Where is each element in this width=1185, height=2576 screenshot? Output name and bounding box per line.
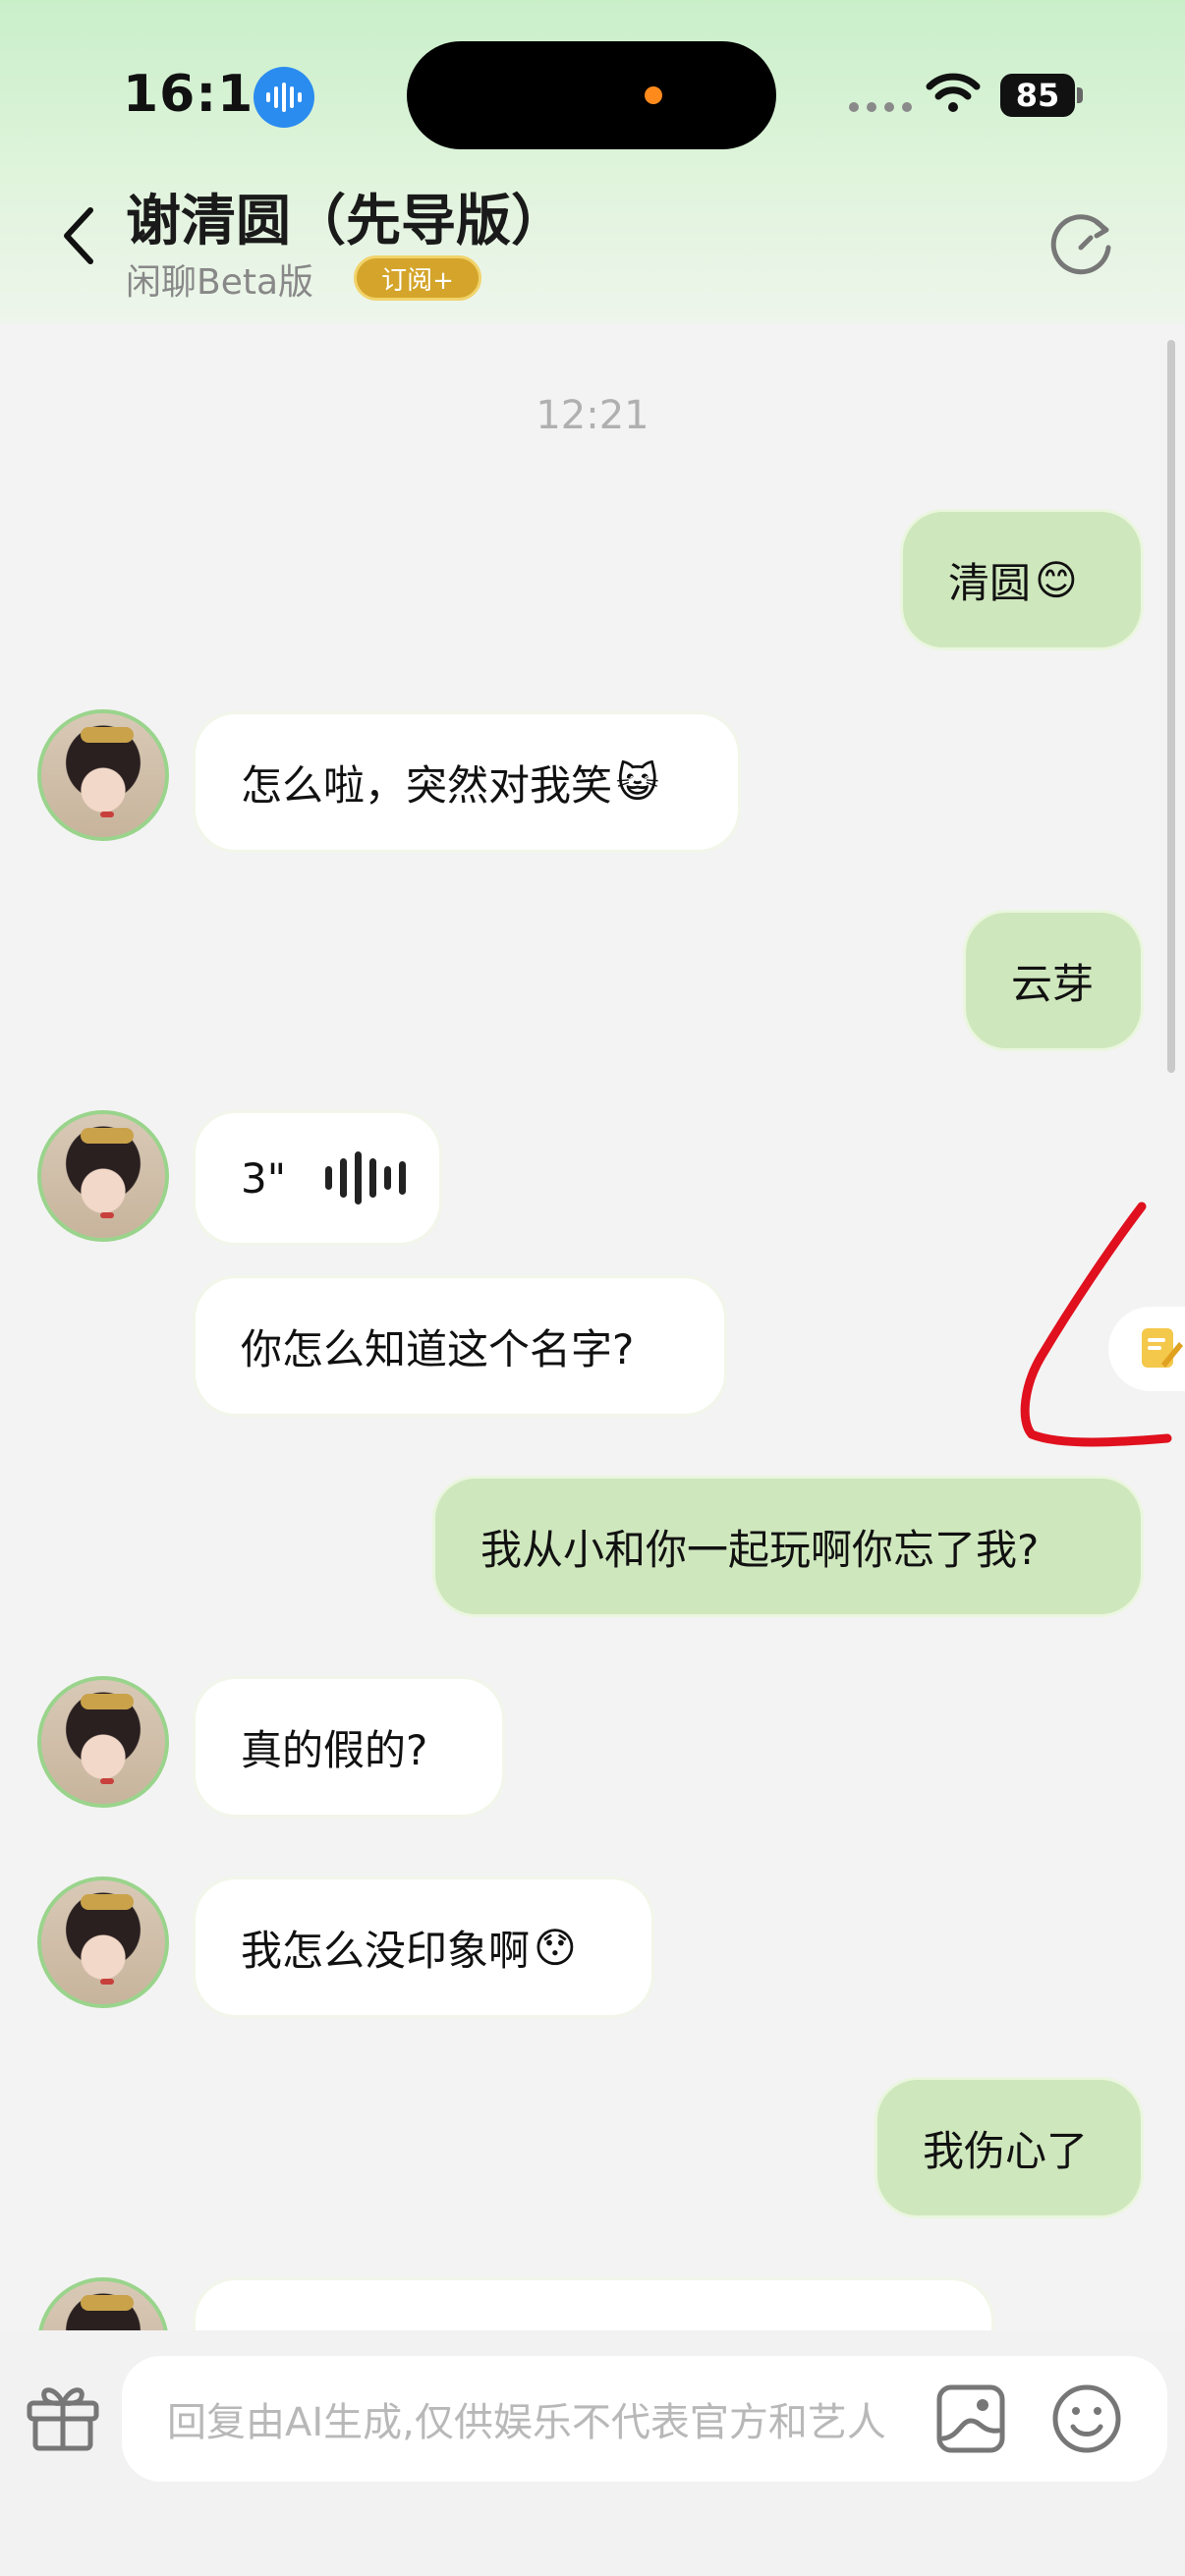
message-bubble-sent[interactable]: 清圆 😊 — [900, 509, 1144, 650]
red-annotation-stroke — [1002, 1189, 1179, 1458]
back-button[interactable] — [61, 206, 96, 269]
avatar[interactable] — [37, 1110, 169, 1242]
refresh-button[interactable] — [1047, 208, 1116, 281]
message-bubble-sent[interactable]: 我伤心了 — [875, 2077, 1144, 2218]
voice-waveform-icon — [325, 1151, 407, 1204]
chat-title: 谢清圆（先导版） — [126, 190, 566, 253]
voice-activity-icon — [254, 67, 314, 128]
message-input[interactable]: 回复由AI生成,仅供娱乐不代表官方和艺人 — [122, 2356, 1167, 2482]
dynamic-island — [407, 41, 776, 149]
message-text: 我怎么没印象啊 — [241, 1926, 531, 1975]
battery-indicator: 85 — [1000, 74, 1075, 117]
cellular-signal-icon — [849, 102, 912, 112]
gift-icon — [27, 2387, 99, 2451]
smiley-icon — [1052, 2384, 1121, 2453]
message-input-placeholder: 回复由AI生成,仅供娱乐不代表官方和艺人 — [167, 2400, 886, 2445]
message-text: 怎么啦，突然对我笑 — [241, 760, 613, 810]
battery-tip — [1077, 87, 1083, 103]
subscribe-button[interactable]: 订阅+ — [354, 255, 481, 301]
voice-message-bubble[interactable]: 3" — [193, 1110, 442, 1246]
smiling-face-icon: 😊 — [1035, 555, 1078, 604]
chat-mode-label: 闲聊Beta版 — [126, 262, 314, 303]
avatar[interactable] — [37, 709, 169, 841]
message-bubble-received[interactable]: 怎么啦，突然对我笑 😺 — [193, 711, 741, 853]
message-bubble-received[interactable]: 我怎么没印象啊 😯 — [193, 1876, 654, 2018]
voice-duration: 3" — [241, 1153, 287, 1203]
message-text: 我从小和你一起玩啊你忘了我? — [480, 1525, 1040, 1574]
image-icon — [936, 2384, 1005, 2453]
avatar[interactable] — [37, 1876, 169, 2008]
message-text: 真的假的? — [241, 1725, 428, 1774]
chat-scrollbar[interactable] — [1167, 340, 1175, 1073]
chevron-left-icon — [64, 207, 93, 264]
image-button[interactable] — [933, 2381, 1008, 2460]
message-text: 云芽 — [1011, 959, 1095, 1008]
message-timestamp: 12:21 — [536, 393, 649, 438]
message-bubble-received[interactable]: 你怎么知道这个名字? — [193, 1275, 727, 1417]
gift-button[interactable] — [22, 2376, 104, 2462]
wifi-icon — [926, 71, 981, 118]
message-text: 清圆 — [948, 558, 1032, 607]
message-text: 我伤心了 — [923, 2126, 1089, 2175]
hushed-face-icon: 😯 — [534, 1923, 577, 1972]
message-bubble-sent[interactable]: 我从小和你一起玩啊你忘了我? — [432, 1476, 1144, 1617]
emoji-button[interactable] — [1049, 2381, 1124, 2460]
privacy-indicator-dot — [645, 86, 662, 104]
message-text: 你怎么知道这个名字? — [241, 1324, 635, 1373]
avatar[interactable] — [37, 1676, 169, 1808]
message-bubble-sent[interactable]: 云芽 — [963, 910, 1144, 1051]
refresh-icon — [1050, 214, 1111, 275]
message-bubble-received[interactable]: 真的假的? — [193, 1676, 505, 1818]
cat-face-icon: 😺 — [616, 757, 659, 807]
chat-screen: 16:10 85 谢清圆（先导版） 闲聊Beta版 订阅+ 12:21 清圆 😊… — [0, 0, 1185, 2576]
